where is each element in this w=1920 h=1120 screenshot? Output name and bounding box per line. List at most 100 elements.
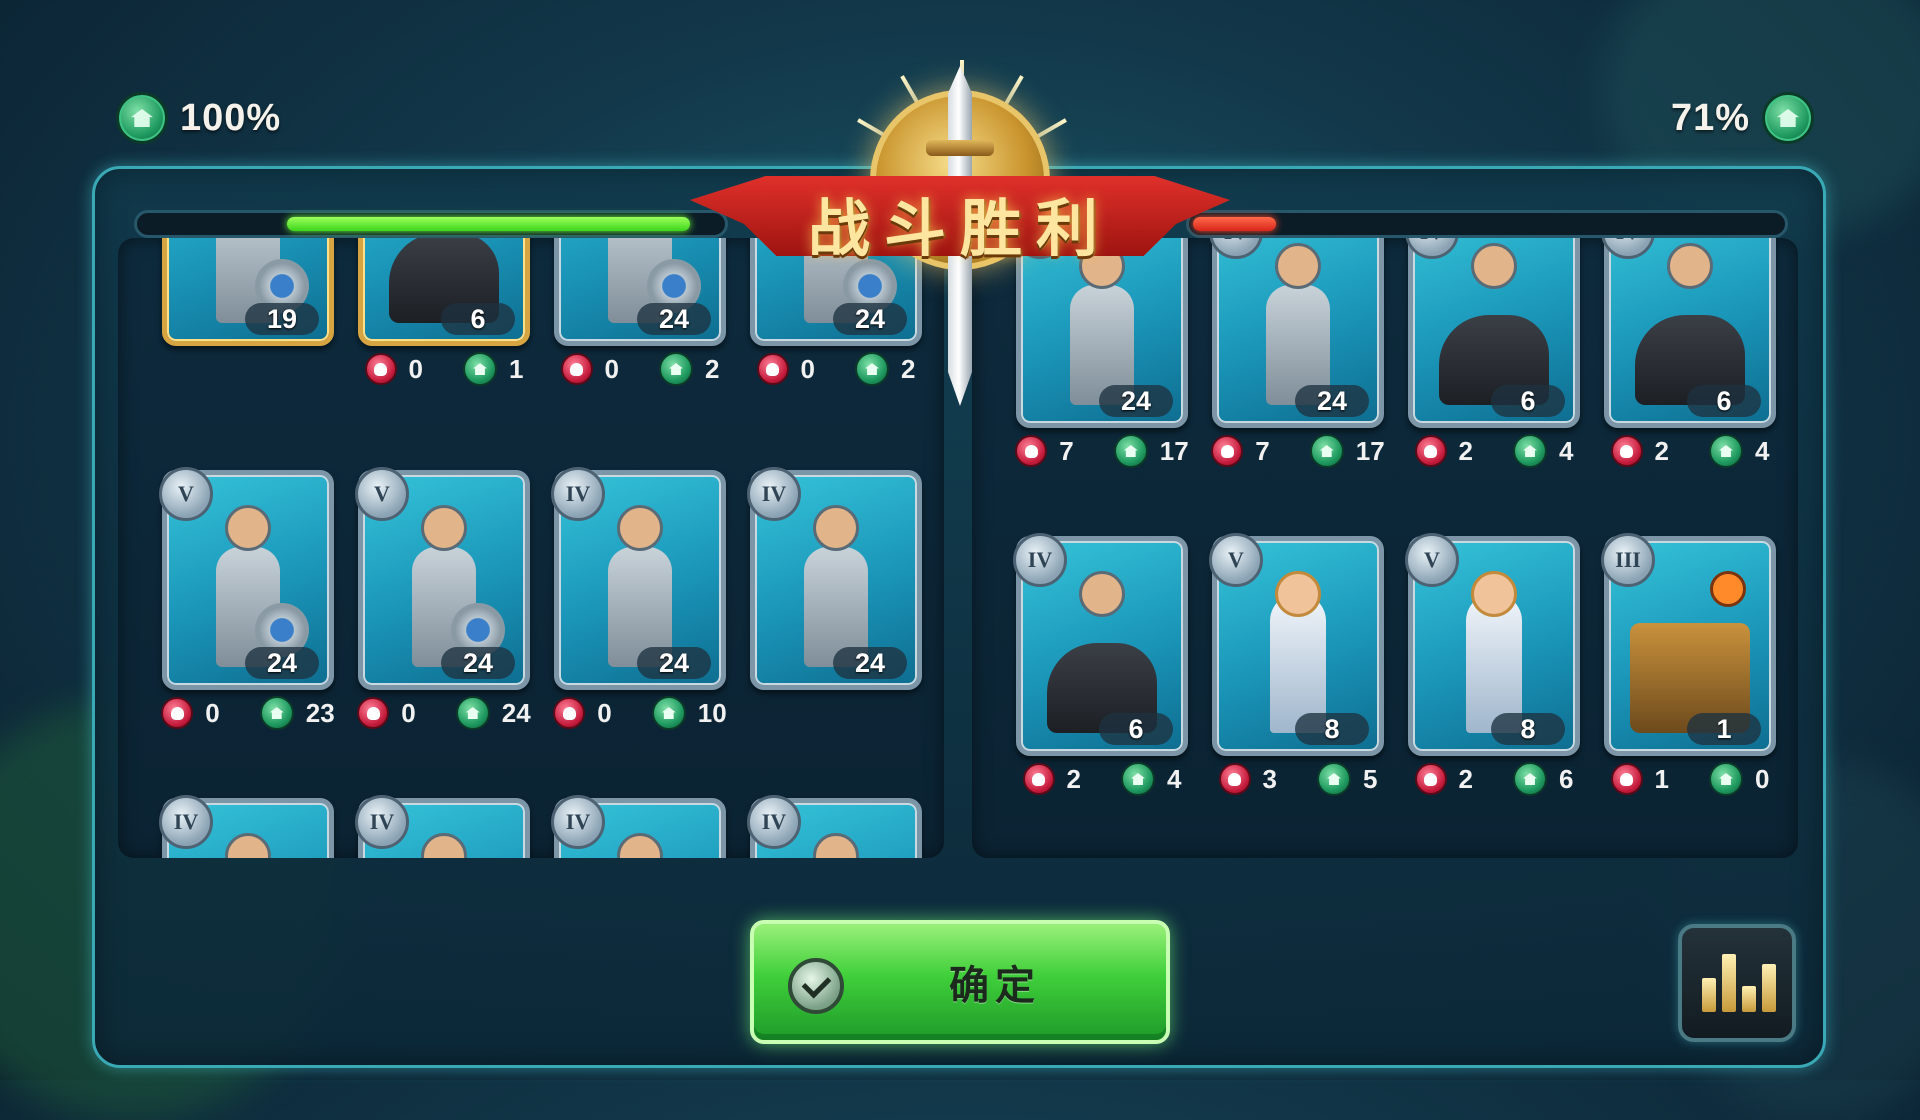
unit-stats: 0 24 bbox=[344, 696, 544, 730]
unit-card[interactable]: IV bbox=[355, 795, 530, 858]
ally-health-fill bbox=[287, 217, 691, 231]
heal-icon bbox=[1709, 762, 1743, 796]
enemy-health-bar bbox=[1186, 210, 1788, 238]
unit-stats: 7 17 bbox=[1002, 434, 1202, 468]
unit-portrait bbox=[769, 503, 903, 667]
unit-stats: 0 23 bbox=[148, 696, 348, 730]
unit-head bbox=[1275, 243, 1321, 289]
unit-head bbox=[1709, 571, 1746, 607]
tier-badge: IV bbox=[1013, 533, 1067, 587]
unit-stats: 0 10 bbox=[540, 696, 740, 730]
kills-value: 3 bbox=[1262, 763, 1277, 794]
tier-badge: V bbox=[1405, 533, 1459, 587]
unit-card[interactable]: IV6 bbox=[1013, 533, 1188, 756]
skull-icon bbox=[1022, 763, 1055, 795]
unit-portrait bbox=[1427, 569, 1561, 733]
heals-value: 4 bbox=[1167, 763, 1182, 794]
bar-chart-icon bbox=[1762, 964, 1776, 1012]
tier-badge: IV bbox=[551, 795, 605, 849]
unit-head bbox=[225, 833, 271, 858]
unit-stats: 7 17 bbox=[1198, 434, 1398, 468]
unit-card[interactable]: V8 bbox=[1209, 533, 1384, 756]
skull-icon bbox=[1015, 435, 1048, 467]
unit-stats: 24 bbox=[1590, 434, 1790, 468]
heals-value: 5 bbox=[1363, 763, 1378, 794]
ally-heal-percent: 100% bbox=[116, 92, 281, 144]
unit-card[interactable]: 6 bbox=[358, 238, 530, 346]
bar-chart-icon bbox=[1702, 978, 1716, 1012]
confirm-button[interactable]: 确定 bbox=[750, 920, 1170, 1044]
unit-portrait bbox=[181, 503, 315, 667]
unit-count: 6 bbox=[441, 303, 515, 335]
skull-icon bbox=[1610, 435, 1643, 467]
unit-head bbox=[813, 833, 859, 858]
unit-card[interactable]: 19 bbox=[162, 238, 334, 346]
tier-badge: V bbox=[159, 467, 213, 521]
heal-icon bbox=[463, 352, 497, 386]
heals-value: 10 bbox=[697, 697, 727, 728]
tier-badge: III bbox=[1601, 533, 1655, 587]
skull-icon bbox=[553, 697, 586, 729]
heal-icon bbox=[659, 352, 693, 386]
unit-card[interactable]: V 24 bbox=[159, 467, 334, 690]
sword-hilt bbox=[926, 140, 994, 156]
tier-badge: V bbox=[355, 467, 409, 521]
heal-icon bbox=[1513, 434, 1547, 468]
unit-head bbox=[421, 833, 467, 858]
unit-card[interactable]: IV 24 bbox=[747, 467, 922, 690]
unit-head bbox=[1471, 243, 1517, 289]
unit-card[interactable]: IV24 bbox=[1209, 238, 1384, 428]
unit-card[interactable]: IV bbox=[551, 795, 726, 858]
enemy-heal-percent: 71% bbox=[1671, 92, 1814, 144]
skull-icon bbox=[1414, 763, 1447, 795]
heals-value: 6 bbox=[1559, 763, 1574, 794]
unit-card[interactable]: IV6 bbox=[1405, 238, 1580, 428]
unit-card[interactable]: V 24 bbox=[355, 467, 530, 690]
battle-stats-button[interactable] bbox=[1678, 924, 1796, 1042]
heals-value: 0 bbox=[1755, 763, 1770, 794]
unit-card[interactable]: IV6 bbox=[1601, 238, 1776, 428]
unit-portrait bbox=[1427, 241, 1561, 405]
unit-head bbox=[617, 833, 663, 858]
unit-head bbox=[421, 505, 467, 551]
kills-value: 2 bbox=[1066, 763, 1081, 794]
unit-card[interactable]: V8 bbox=[1405, 533, 1580, 756]
heals-value: 4 bbox=[1755, 435, 1770, 466]
heal-icon bbox=[1762, 92, 1814, 144]
kills-value: 2 bbox=[1458, 763, 1473, 794]
heal-icon bbox=[1121, 762, 1155, 796]
unit-card[interactable]: IV24 bbox=[551, 467, 726, 690]
tier-badge: IV bbox=[551, 467, 605, 521]
unit-card[interactable]: IV bbox=[159, 795, 334, 858]
unit-card[interactable]: IV bbox=[747, 795, 922, 858]
tier-badge: IV bbox=[747, 467, 801, 521]
skull-icon bbox=[1414, 435, 1447, 467]
heal-icon bbox=[1317, 762, 1351, 796]
kills-value: 1 bbox=[1654, 763, 1669, 794]
kills-value: 2 bbox=[1654, 435, 1669, 466]
heal-icon bbox=[1513, 762, 1547, 796]
unit-count: 24 bbox=[833, 647, 907, 679]
unit-head bbox=[617, 505, 663, 551]
unit-head bbox=[1471, 571, 1517, 617]
unit-head bbox=[1275, 571, 1321, 617]
unit-card[interactable]: III 1 bbox=[1601, 533, 1776, 756]
unit-stats: 35 bbox=[1198, 762, 1398, 796]
unit-head bbox=[1667, 243, 1713, 289]
unit-portrait bbox=[377, 503, 511, 667]
skull-icon bbox=[357, 697, 390, 729]
unit-count: 8 bbox=[1295, 713, 1369, 745]
kills-value: 0 bbox=[597, 697, 612, 728]
unit-head bbox=[225, 505, 271, 551]
unit-count: 6 bbox=[1491, 385, 1565, 417]
unit-stats: 26 bbox=[1394, 762, 1594, 796]
heals-value: 17 bbox=[1355, 435, 1385, 466]
kills-value: 7 bbox=[1059, 435, 1074, 466]
unit-count: 24 bbox=[1295, 385, 1369, 417]
confirm-label: 确定 bbox=[949, 963, 1041, 1009]
unit-count: 1 bbox=[1687, 713, 1761, 745]
heal-icon bbox=[116, 92, 168, 144]
unit-stats: 10 bbox=[1590, 762, 1790, 796]
skull-icon bbox=[364, 353, 397, 385]
kills-value: 0 bbox=[408, 353, 423, 384]
